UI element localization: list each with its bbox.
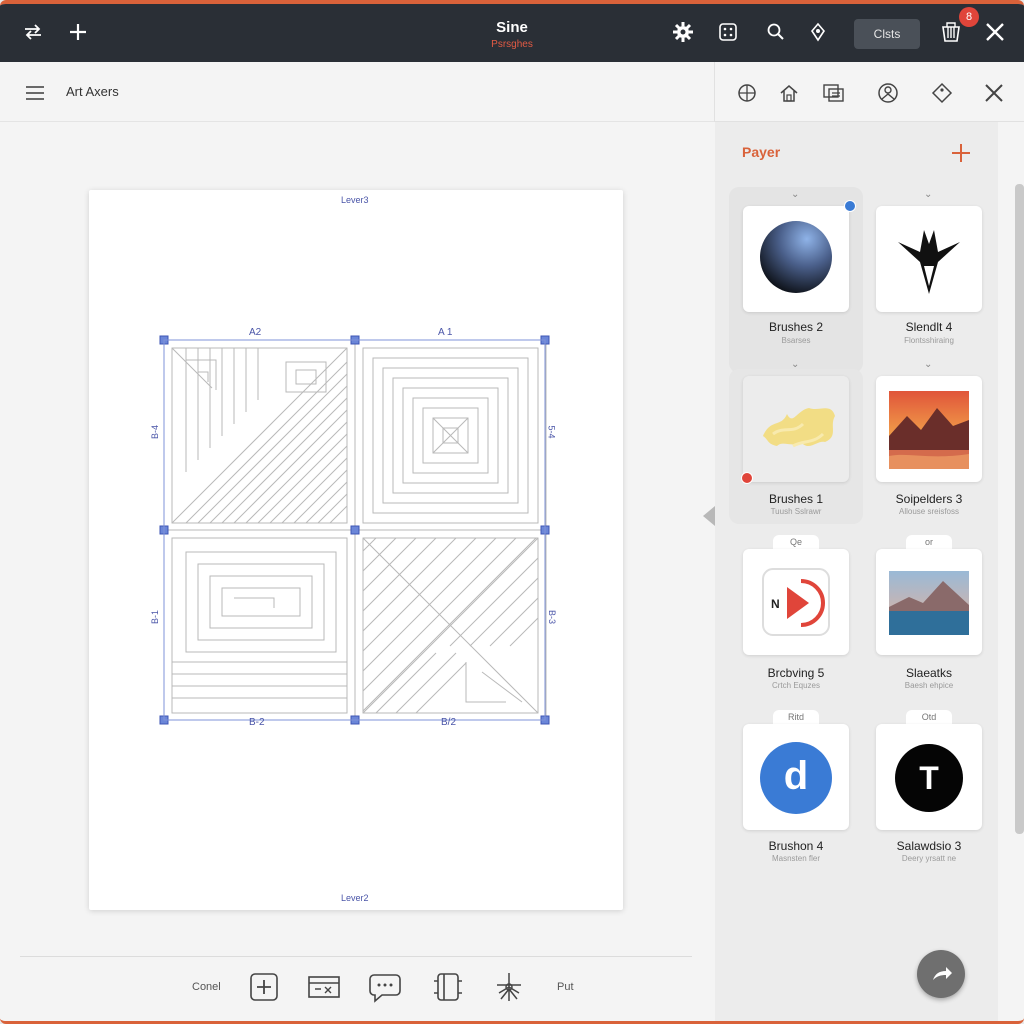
mountain-image-icon [889,571,969,635]
home-icon[interactable] [776,80,802,106]
layer-card-slaeatks[interactable] [876,549,982,655]
layer-tab: or [906,535,952,549]
layer-subtitle: Bsarses [781,336,811,345]
close-icon[interactable] [981,18,1009,46]
frame-icon[interactable] [431,970,465,1004]
document-title: Art Axers [66,84,119,99]
plus-icon[interactable] [948,140,974,166]
paint-stroke-icon [763,408,835,448]
marker-left-upper: B-4 [150,424,161,440]
tribal-icon [898,230,960,294]
layer-name: Salawdsio 3 [896,839,962,853]
tag-icon[interactable] [929,80,955,106]
chat-icon[interactable] [368,970,402,1004]
layer-name: Slendlt 4 [905,320,953,334]
tip-icon[interactable] [804,18,832,46]
clsts-button[interactable]: Clsts [854,19,920,49]
layers-icon[interactable] [821,80,847,106]
menu-icon[interactable] [24,82,46,104]
panel-scrollbar[interactable] [1015,184,1024,834]
layer-name: Brushes 1 [768,492,824,506]
layer-subtitle: Masnsten fler [771,854,821,863]
selected-artwork[interactable] [146,322,566,742]
app-window: Sine Psrsghes Clsts 8 Art Axers Lever3 L… [0,0,1024,1024]
layer-card-brushon-4[interactable]: d [743,724,849,830]
marker-right-lower: B-3 [547,609,558,625]
sphere-icon [760,221,832,293]
chevron-down-icon[interactable]: ⌄ [924,189,932,200]
title-bar: Sine Psrsghes Clsts 8 [0,4,1024,62]
person-icon[interactable] [875,80,901,106]
chevron-down-icon[interactable]: ⌄ [791,359,799,370]
layer-subtitle: Allouse sreisfoss [898,507,960,516]
globe-icon[interactable] [734,80,760,106]
marker-top-left: A2 [249,327,262,338]
put-text-button[interactable]: Put [557,981,574,993]
chevron-down-icon[interactable]: ⌄ [791,189,799,200]
search-icon[interactable] [762,18,790,46]
marker-right-upper: 5-4 [546,425,557,439]
notification-badge: 8 [959,7,979,27]
layer-subtitle: Baesh ehpice [904,681,954,690]
grid-icon[interactable] [714,18,742,46]
bottom-divider [20,956,692,957]
layer-tab: Otd [906,710,952,724]
bottom-layer-label: Lever2 [341,893,369,903]
play-letter: N [771,597,780,611]
transform-icon[interactable] [307,970,341,1004]
layer-name: Brushon 4 [768,839,824,853]
layer-card-brushes-1[interactable] [743,376,849,482]
marker-bottom-right: B/2 [441,717,457,728]
layer-name: Brushes 2 [768,320,824,334]
selection-dot [844,200,856,212]
anchor-icon[interactable] [492,970,526,1004]
play-icon [762,568,830,636]
marker-top-right: A 1 [438,327,453,338]
top-layer-label: Lever3 [341,195,369,205]
layer-card-salawdsio-3[interactable]: T [876,724,982,830]
sunset-image-icon [889,391,969,469]
layer-subtitle: Flontsshiraing [904,336,954,345]
layer-card-brushes-2[interactable] [743,206,849,312]
layer-card-soipelders-3[interactable] [876,376,982,482]
layer-name: Brcbving 5 [767,666,825,680]
layer-tab: Ritd [773,710,819,724]
panel-heading: Payer [742,144,781,160]
collapse-panel-icon[interactable] [703,506,715,526]
layer-card-slendlt-4[interactable] [876,206,982,312]
warning-dot [741,472,753,484]
layer-subtitle: Crtch Equzes [771,681,821,690]
layer-subtitle: Deery yrsatt ne [901,854,957,863]
marker-left-lower: B-1 [150,609,161,625]
layer-tab: Qe [773,535,819,549]
layer-name: Soipelders 3 [895,492,963,506]
gear-icon[interactable] [669,18,697,46]
document-header: Art Axers [0,62,714,122]
cancel-text-button[interactable]: Conel [192,981,221,993]
chevron-down-icon[interactable]: ⌄ [924,359,932,370]
t-letter: T [919,760,939,796]
panel-toolbar [714,62,1024,122]
d-letter: d [783,754,809,798]
add-box-icon[interactable] [247,970,281,1004]
forward-arrow-icon [933,967,952,980]
layer-card-brcbving-5[interactable]: N [743,549,849,655]
panel-close-icon[interactable] [981,80,1007,106]
layer-name: Slaeatks [905,666,953,680]
share-button[interactable] [917,950,965,998]
layer-subtitle: Tuush Sslrawr [770,507,822,516]
marker-bottom-left: B-2 [249,717,265,728]
